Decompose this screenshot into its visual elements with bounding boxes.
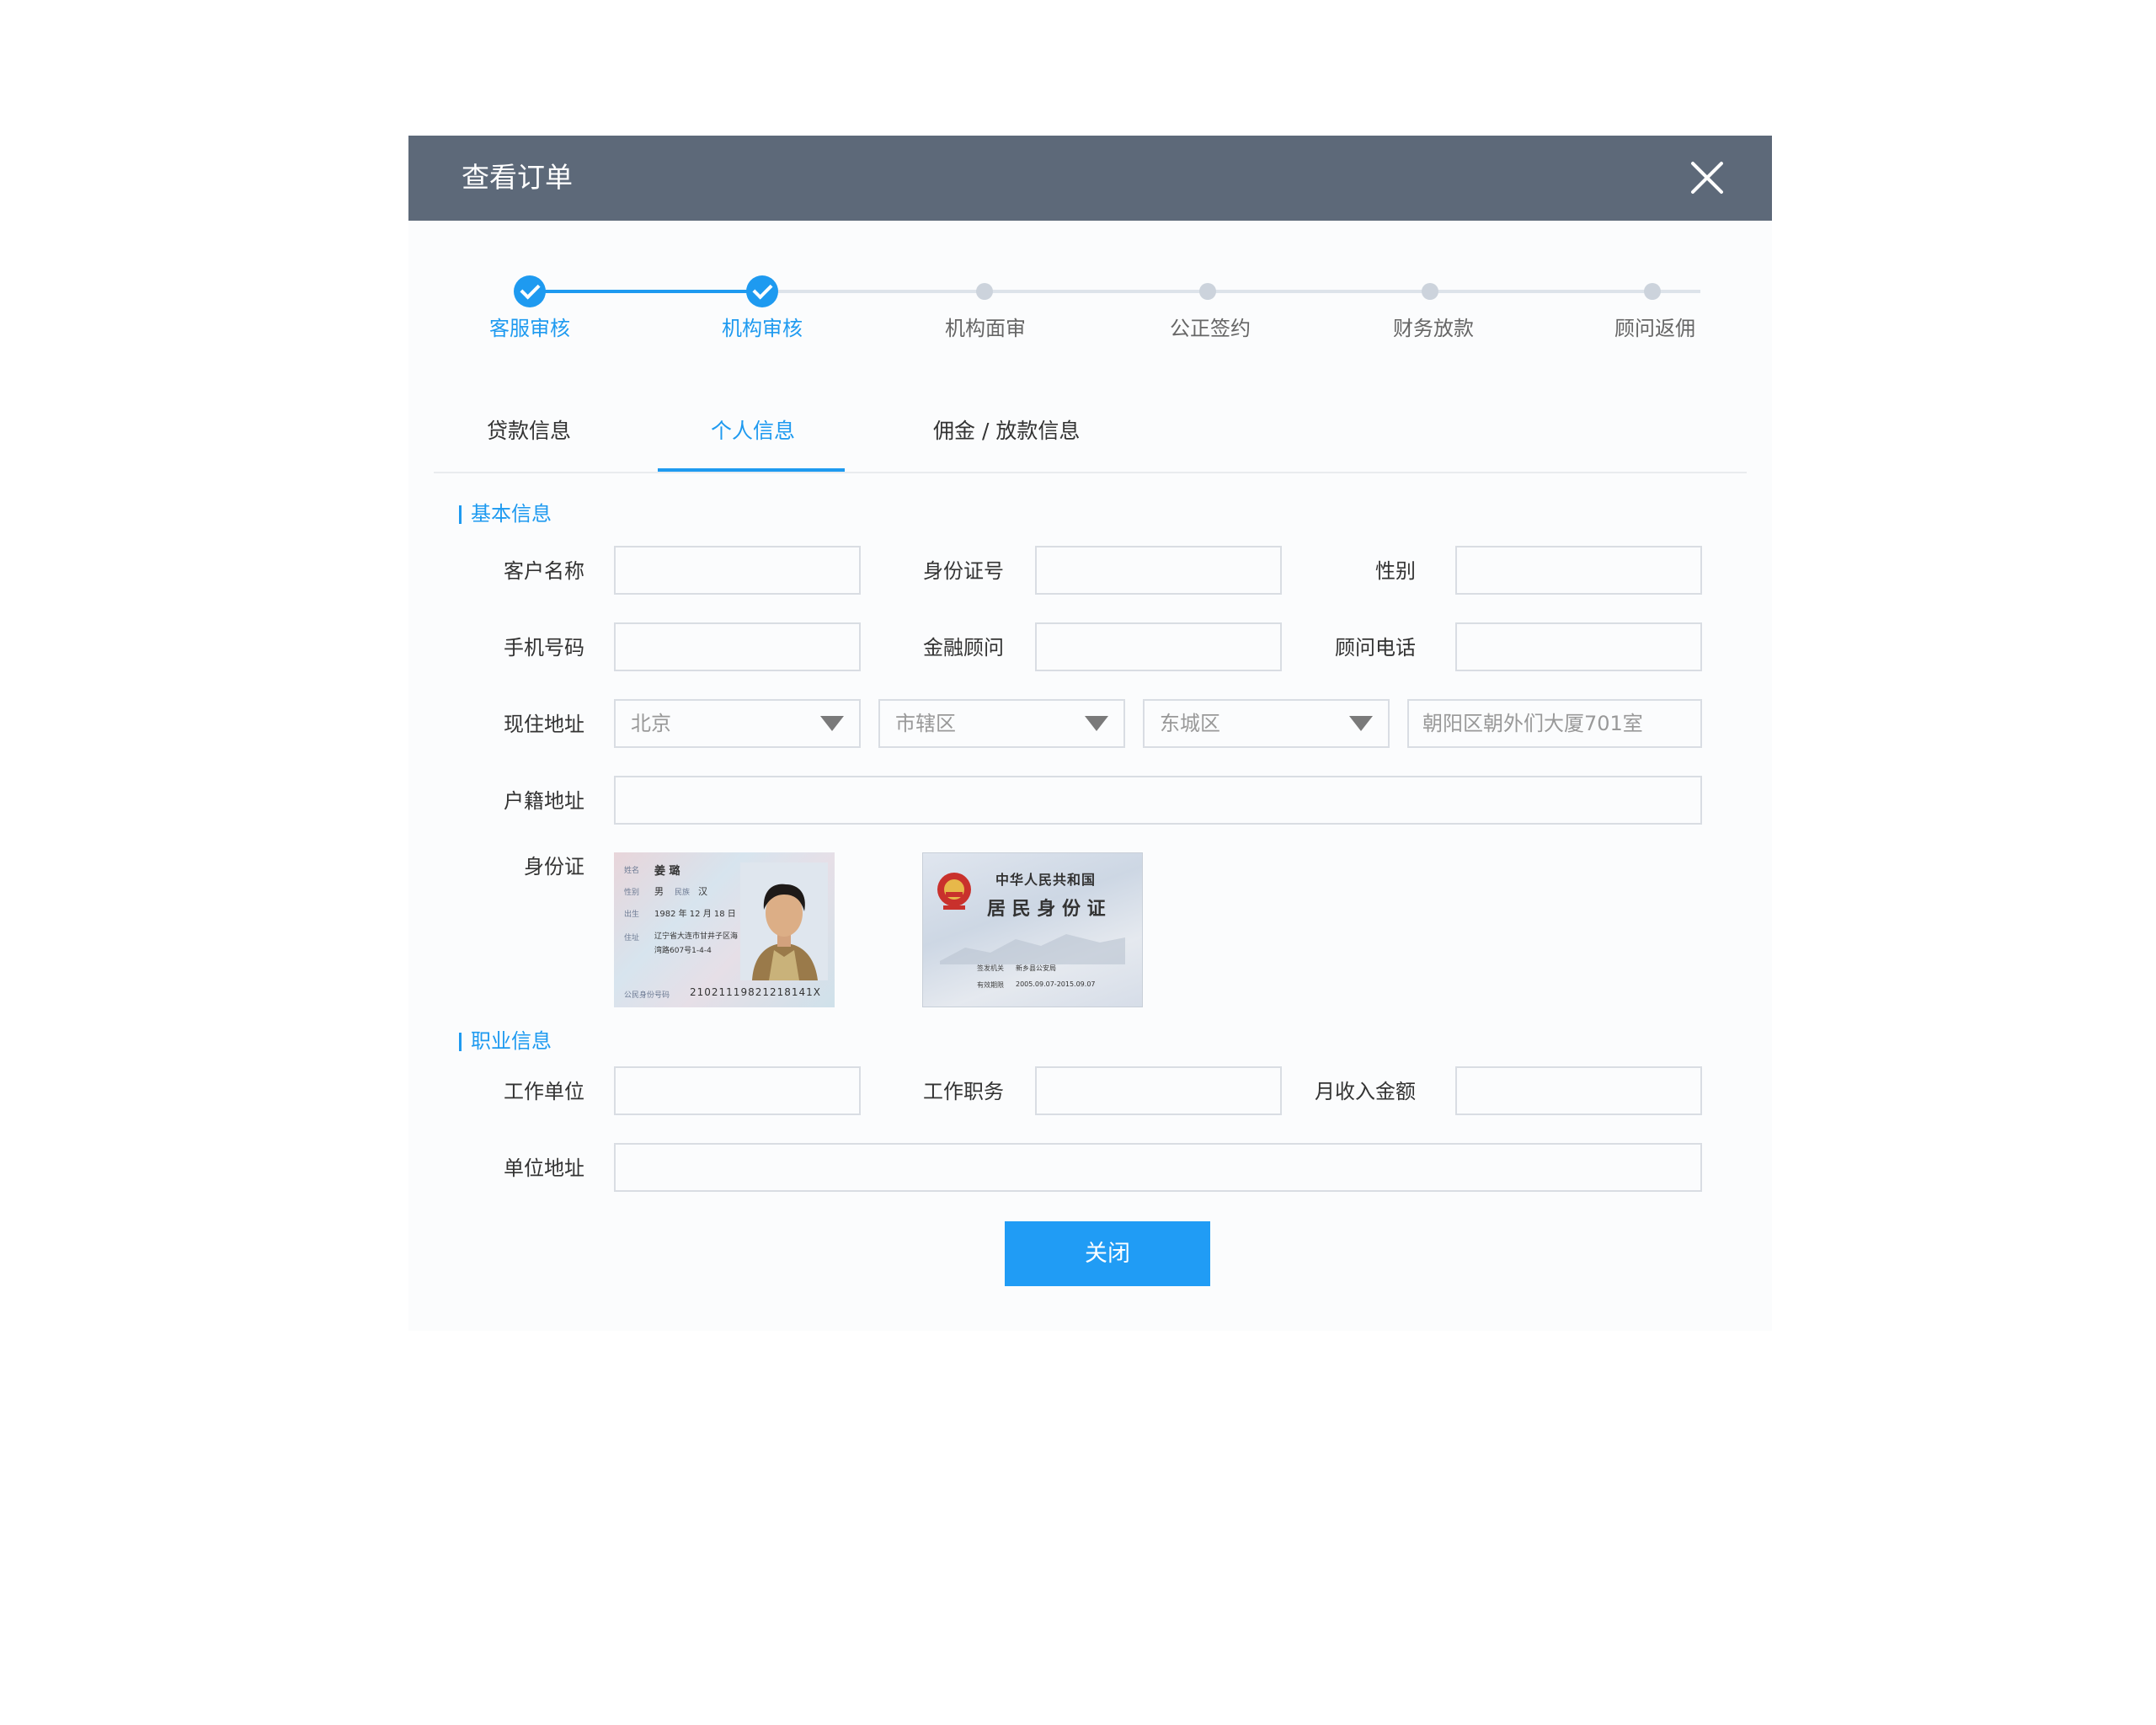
id-card-back-image[interactable]: 中华人民共和国 居 民 身 份 证 签发机关 新乡县公安局 有效期限 2005.… [922, 852, 1143, 1007]
tab-commission-info[interactable]: 佣金 / 放款信息 [933, 418, 1080, 445]
idcard-valid: 2005.09.07-2015.09.07 [1016, 980, 1096, 988]
position-label: 工作职务 [923, 1080, 1004, 1103]
tab-loan-info[interactable]: 贷款信息 [487, 418, 571, 445]
chevron-down-icon [1085, 716, 1108, 731]
phone-field[interactable] [614, 622, 861, 671]
step-label: 财务放款 [1393, 317, 1474, 340]
idcard-birth: 1982 年 12 月 18 日 [654, 910, 736, 919]
step-dot [1422, 283, 1438, 300]
city-value: 市辖区 [895, 712, 956, 735]
position-field[interactable] [1035, 1066, 1282, 1115]
great-wall-graphic [940, 934, 1125, 964]
gender-label: 性别 [1375, 559, 1416, 583]
idcard-name-label: 姓名 [624, 867, 640, 875]
section-basic-info: 基本信息 [459, 501, 552, 526]
step-label: 客服审核 [489, 317, 570, 340]
idcard-authority: 新乡县公安局 [1016, 964, 1056, 972]
id-card-label: 身份证 [524, 855, 584, 879]
province-value: 北京 [631, 712, 671, 735]
idcard-address-label: 住址 [624, 934, 640, 943]
section-career-info: 职业信息 [459, 1028, 552, 1054]
idcard-birth-label: 出生 [624, 911, 640, 919]
dialog-header: 查看订单 [408, 136, 1772, 221]
idcard-country: 中华人民共和国 [995, 872, 1097, 888]
close-icon[interactable] [1689, 159, 1726, 196]
income-label: 月收入金额 [1315, 1080, 1416, 1103]
household-field[interactable] [614, 776, 1702, 825]
employer-address-label: 单位地址 [504, 1156, 584, 1180]
idcard-number-label: 公民身份号码 [624, 991, 670, 1000]
tab-divider [434, 472, 1747, 473]
id-card-front-image[interactable]: 姓名 姜 璐 性别 男 民族 汉 出生 1982 年 12 月 18 日 住址 … [614, 852, 835, 1007]
order-dialog: 查看订单 客服审核 机构审核 机构面审 公正签约 财务放款 顾问返佣 贷款信息 … [408, 136, 1772, 1331]
step-check-icon [514, 275, 546, 307]
customer-name-label: 客户名称 [504, 559, 584, 583]
id-number-field[interactable] [1035, 546, 1282, 595]
district-select[interactable]: 东城区 [1143, 699, 1390, 748]
household-label: 户籍地址 [504, 789, 584, 813]
step-label: 顾问返佣 [1614, 317, 1695, 340]
close-button[interactable]: 关闭 [1005, 1221, 1210, 1286]
step-dot [1199, 283, 1216, 300]
advisor-phone-field[interactable] [1455, 622, 1702, 671]
step-label: 机构审核 [722, 317, 803, 340]
step-dot [976, 283, 993, 300]
idcard-number: 21021119821218141X [690, 986, 822, 998]
employer-label: 工作单位 [504, 1080, 584, 1103]
phone-label: 手机号码 [504, 636, 584, 660]
idcard-valid-label: 有效期限 [977, 981, 1004, 989]
chevron-down-icon [820, 716, 844, 731]
district-value: 东城区 [1160, 712, 1220, 735]
dialog-title: 查看订单 [462, 161, 573, 194]
national-emblem-icon [937, 873, 971, 910]
step-dot [1644, 283, 1661, 300]
step-connector [757, 290, 1700, 293]
active-tab-indicator [658, 468, 845, 472]
province-select[interactable]: 北京 [614, 699, 861, 748]
idcard-ethnic: 汉 [698, 886, 707, 897]
step-connector-done [530, 290, 757, 293]
address-detail-field[interactable]: 朝阳区朝外们大厦701室 [1407, 699, 1702, 748]
employer-field[interactable] [614, 1066, 861, 1115]
idcard-sex: 男 [654, 886, 664, 897]
gender-field[interactable] [1455, 546, 1702, 595]
tab-personal-info[interactable]: 个人信息 [711, 418, 795, 445]
idcard-address-line2: 湾路607号1-4-4 [654, 947, 712, 955]
portrait-photo [740, 862, 828, 980]
idcard-name: 姜 璐 [654, 865, 680, 878]
step-check-icon [746, 275, 778, 307]
income-field[interactable] [1455, 1066, 1702, 1115]
advisor-phone-label: 顾问电话 [1335, 636, 1416, 660]
customer-name-field[interactable] [614, 546, 861, 595]
address-label: 现住地址 [504, 713, 584, 736]
advisor-label: 金融顾问 [923, 636, 1004, 660]
idcard-authority-label: 签发机关 [977, 964, 1004, 972]
city-select[interactable]: 市辖区 [878, 699, 1125, 748]
id-number-label: 身份证号 [923, 559, 1004, 583]
step-label: 公正签约 [1170, 317, 1251, 340]
employer-address-field[interactable] [614, 1143, 1702, 1192]
idcard-sex-label: 性别 [624, 889, 640, 897]
chevron-down-icon [1349, 716, 1373, 731]
idcard-address-line1: 辽宁省大连市甘井子区海 [654, 932, 739, 941]
advisor-field[interactable] [1035, 622, 1282, 671]
idcard-ethnic-label: 民族 [675, 889, 691, 897]
idcard-title: 居 民 身 份 证 [987, 898, 1106, 920]
step-label: 机构面审 [945, 317, 1026, 340]
